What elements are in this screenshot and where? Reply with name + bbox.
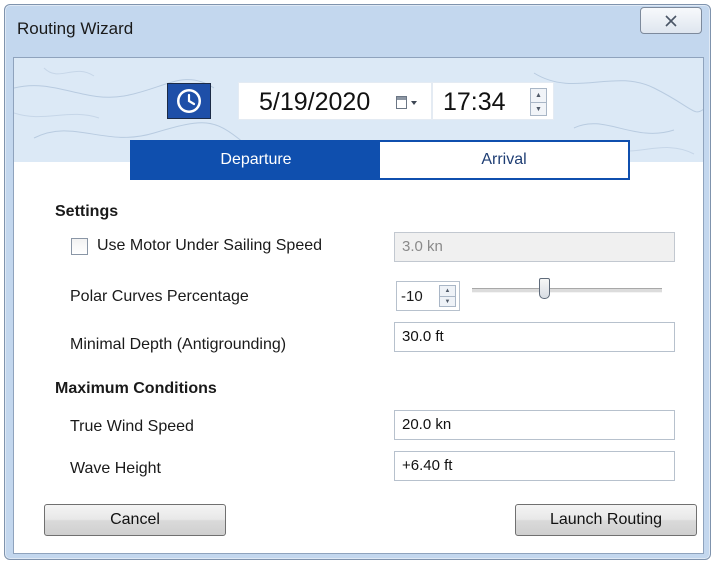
- spin-down-icon[interactable]: ▼: [440, 296, 455, 307]
- calendar-dropdown-icon[interactable]: [396, 96, 420, 110]
- date-value: 5/19/2020: [259, 88, 371, 116]
- wave-height-field[interactable]: +6.40 ft: [394, 451, 675, 481]
- spin-down-icon[interactable]: ▼: [531, 102, 546, 116]
- true-wind-speed-field[interactable]: 20.0 kn: [394, 410, 675, 440]
- polar-curves-stepper[interactable]: -10 ▲ ▼: [396, 281, 460, 311]
- routing-wizard-window: Routing Wizard 5/19/2020 17:34 ▲ ▼ Depar…: [4, 4, 711, 560]
- wave-height-label: Wave Height: [70, 460, 161, 477]
- motor-speed-field: 3.0 kn: [394, 232, 675, 262]
- min-depth-label: Minimal Depth (Antigrounding): [70, 336, 287, 353]
- use-motor-checkbox[interactable]: [71, 238, 88, 255]
- polar-curves-slider-track[interactable]: [472, 288, 662, 293]
- mode-tabs: Departure Arrival: [130, 140, 630, 180]
- settings-heading: Settings: [55, 203, 119, 220]
- polar-curves-slider-thumb[interactable]: [538, 278, 550, 299]
- use-motor-label: Use Motor Under Sailing Speed: [97, 237, 323, 254]
- polar-curves-label: Polar Curves Percentage: [70, 288, 249, 305]
- wizard-content: 5/19/2020 17:34 ▲ ▼ Departure Arrival Se…: [13, 57, 704, 554]
- time-value: 17:34: [443, 88, 506, 116]
- date-picker[interactable]: 5/19/2020: [238, 82, 432, 120]
- close-button[interactable]: [640, 7, 702, 34]
- clock-button[interactable]: [167, 83, 211, 119]
- max-conditions-heading: Maximum Conditions: [55, 380, 217, 397]
- polar-curves-value: -10: [401, 288, 423, 305]
- spin-up-icon[interactable]: ▲: [531, 89, 546, 102]
- true-wind-speed-label: True Wind Speed: [70, 418, 194, 435]
- clock-icon: [177, 89, 201, 113]
- tab-arrival[interactable]: Arrival: [380, 142, 628, 178]
- title-bar: Routing Wizard: [5, 5, 710, 57]
- close-icon: [665, 14, 677, 27]
- cancel-button[interactable]: Cancel: [44, 504, 226, 536]
- time-spinner[interactable]: ▲ ▼: [530, 88, 547, 116]
- launch-routing-button[interactable]: Launch Routing: [515, 504, 697, 536]
- tab-departure[interactable]: Departure: [132, 142, 380, 178]
- min-depth-field[interactable]: 30.0 ft: [394, 322, 675, 352]
- spin-up-icon[interactable]: ▲: [440, 286, 455, 296]
- time-picker[interactable]: 17:34 ▲ ▼: [432, 82, 554, 120]
- window-title: Routing Wizard: [17, 19, 134, 38]
- polar-spinner[interactable]: ▲ ▼: [439, 285, 456, 307]
